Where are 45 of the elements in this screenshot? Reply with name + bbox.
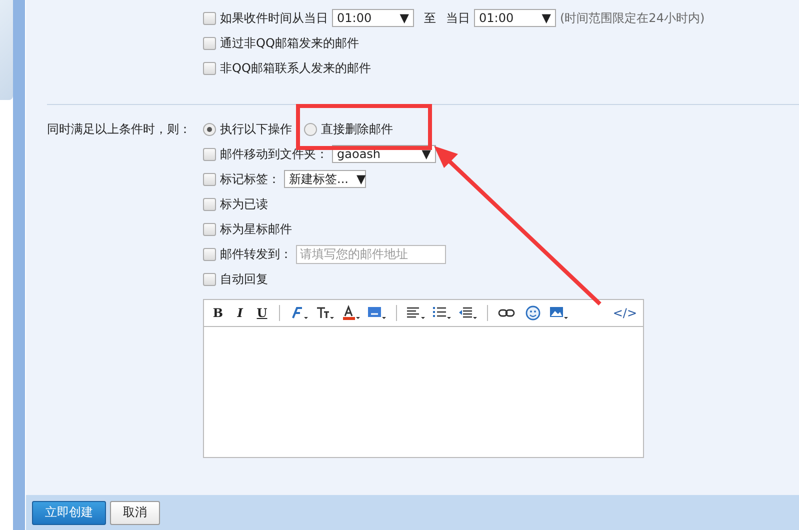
text-color-icon[interactable]: [341, 305, 361, 321]
radio-label: 执行以下操作: [220, 120, 292, 138]
action-label: 自动回复: [220, 270, 268, 288]
align-icon[interactable]: [406, 305, 426, 321]
checkbox[interactable]: [203, 12, 216, 24]
time-select[interactable]: 01:00 ▼: [474, 9, 556, 27]
radio-button[interactable]: [203, 122, 216, 136]
checkbox[interactable]: [203, 272, 216, 286]
indent-icon[interactable]: [458, 305, 478, 321]
checkbox[interactable]: [203, 222, 216, 236]
font-size-icon[interactable]: [315, 305, 335, 321]
radio-button[interactable]: [304, 122, 317, 136]
to-label: 至: [424, 10, 436, 26]
hint-text: (时间范围限定在24小时内): [560, 10, 705, 26]
checkbox[interactable]: [203, 148, 216, 160]
action-label: 标为星标邮件: [220, 220, 292, 238]
rich-text-editor[interactable]: B I U </>: [203, 299, 644, 458]
checkbox[interactable]: [203, 248, 216, 260]
action-label: 标记标签：: [220, 170, 280, 188]
checkbox[interactable]: [203, 62, 216, 74]
action-label: 邮件转发到：: [220, 246, 292, 262]
condition-label: 通过非QQ邮箱发来的邮件: [220, 34, 359, 52]
condition-label: 非QQ邮箱联系人发来的邮件: [220, 60, 371, 76]
toolbar-button[interactable]: </>: [612, 306, 637, 320]
create-button[interactable]: 立即创建: [32, 500, 106, 524]
time-select[interactable]: 01:00 ▼: [332, 9, 414, 27]
action-heading: 同时满足以上条件时，则：: [46, 121, 192, 138]
checkbox[interactable]: [203, 36, 216, 50]
list-icon[interactable]: [432, 305, 452, 321]
condition-label: 如果收件时间从当日: [220, 10, 328, 26]
highlight-color-icon[interactable]: [367, 305, 387, 321]
image-icon[interactable]: [549, 305, 569, 321]
toolbar-button[interactable]: B: [210, 306, 226, 320]
action-label: 标为已读: [220, 196, 268, 212]
day-label: 当日: [446, 10, 470, 26]
font-family-icon[interactable]: [289, 305, 309, 321]
smiley-icon[interactable]: [523, 305, 543, 321]
checkbox[interactable]: [203, 198, 216, 210]
email-input-field[interactable]: 请填写您的邮件地址: [296, 244, 446, 264]
toolbar-button[interactable]: U: [254, 306, 270, 320]
toolbar-button[interactable]: I: [232, 306, 248, 320]
radio-label: 直接删除邮件: [321, 120, 393, 138]
cancel-button[interactable]: 取消: [110, 500, 160, 524]
checkbox[interactable]: [203, 172, 216, 186]
dropdown[interactable]: 新建标签... ▼: [284, 170, 366, 188]
